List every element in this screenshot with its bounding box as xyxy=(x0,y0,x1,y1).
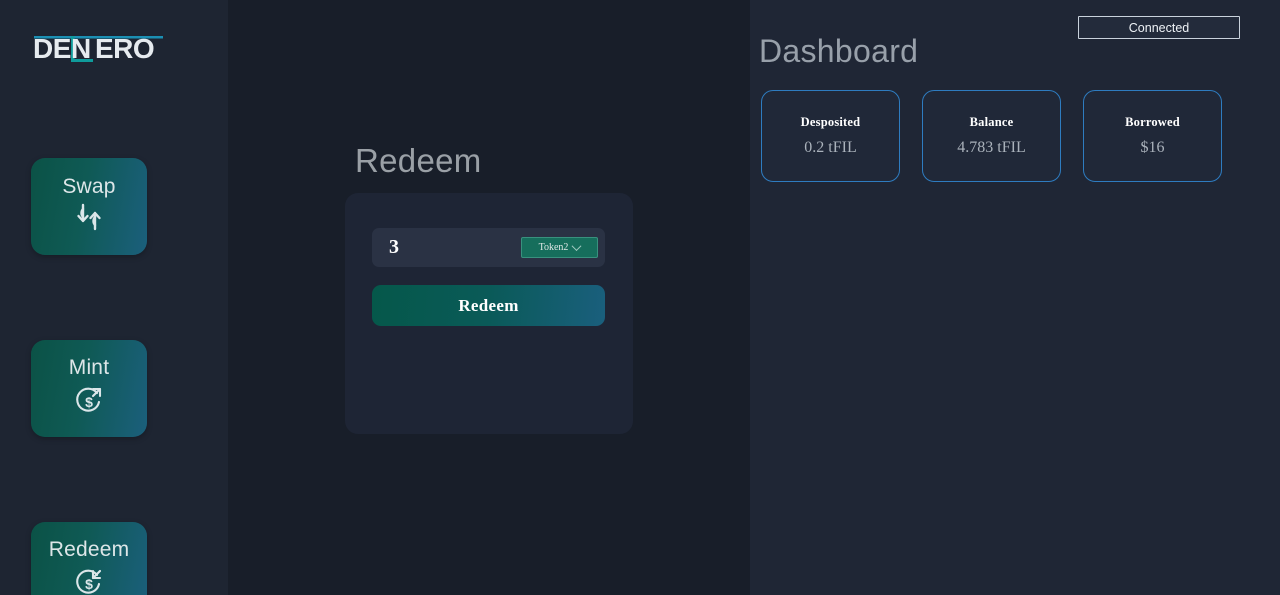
stat-card-balance: Balance 4.783 tFIL xyxy=(922,90,1061,182)
token-select-label: Token2 xyxy=(538,241,569,253)
amount-input[interactable] xyxy=(389,236,499,259)
dashboard-panel: Connected Dashboard Desposited 0.2 tFIL … xyxy=(750,0,1280,595)
stat-value: $16 xyxy=(1140,139,1165,156)
sidebar-item-redeem[interactable]: Redeem $ xyxy=(31,522,147,595)
page-title: Redeem xyxy=(355,142,482,179)
denero-logo-icon: DE N ERO xyxy=(33,33,163,64)
dollar-circle-out-icon: $ xyxy=(71,384,107,421)
svg-text:N: N xyxy=(71,33,91,64)
sidebar-item-label: Mint xyxy=(68,355,110,379)
svg-text:DE: DE xyxy=(33,33,71,64)
stat-label: Balance xyxy=(969,115,1014,129)
app-root: DE N ERO Swap Mint $ Redeem $ Redeem 3 T… xyxy=(0,0,1280,595)
redeem-form-card: Token2 Redeem xyxy=(345,193,633,434)
chevron-down-icon xyxy=(571,241,582,252)
wallet-connect-button[interactable]: Connected xyxy=(1078,16,1240,39)
main-content: Redeem Token2 Redeem xyxy=(228,0,750,595)
stat-card-borrowed: Borrowed $16 xyxy=(1083,90,1222,182)
sidebar-item-mint[interactable]: Mint $ xyxy=(31,340,147,437)
token-select[interactable]: Token2 xyxy=(521,237,598,258)
dashboard-title: Dashboard xyxy=(759,33,919,69)
stat-card-desposited: Desposited 0.2 tFIL xyxy=(761,90,900,182)
redeem-submit-button[interactable]: Redeem xyxy=(372,285,605,326)
stat-label: Borrowed xyxy=(1125,115,1180,129)
swap-arrows-icon xyxy=(72,203,106,238)
svg-text:$: $ xyxy=(85,394,93,410)
amount-input-row: Token2 xyxy=(372,228,605,267)
sidebar-item-label: Swap xyxy=(62,174,116,198)
svg-text:$: $ xyxy=(85,576,93,592)
svg-text:ERO: ERO xyxy=(95,33,154,64)
sidebar: DE N ERO Swap Mint $ Redeem $ xyxy=(0,0,228,595)
brand-logo[interactable]: DE N ERO xyxy=(31,28,169,68)
sidebar-item-swap[interactable]: Swap xyxy=(31,158,147,255)
stat-value: 4.783 tFIL xyxy=(957,139,1026,156)
sidebar-item-label: Redeem xyxy=(48,537,130,561)
dollar-circle-in-icon: $ xyxy=(71,566,107,595)
stat-label: Desposited xyxy=(800,115,861,129)
stats-row: Desposited 0.2 tFIL Balance 4.783 tFIL B… xyxy=(761,90,1222,182)
stat-value: 0.2 tFIL xyxy=(804,139,857,156)
